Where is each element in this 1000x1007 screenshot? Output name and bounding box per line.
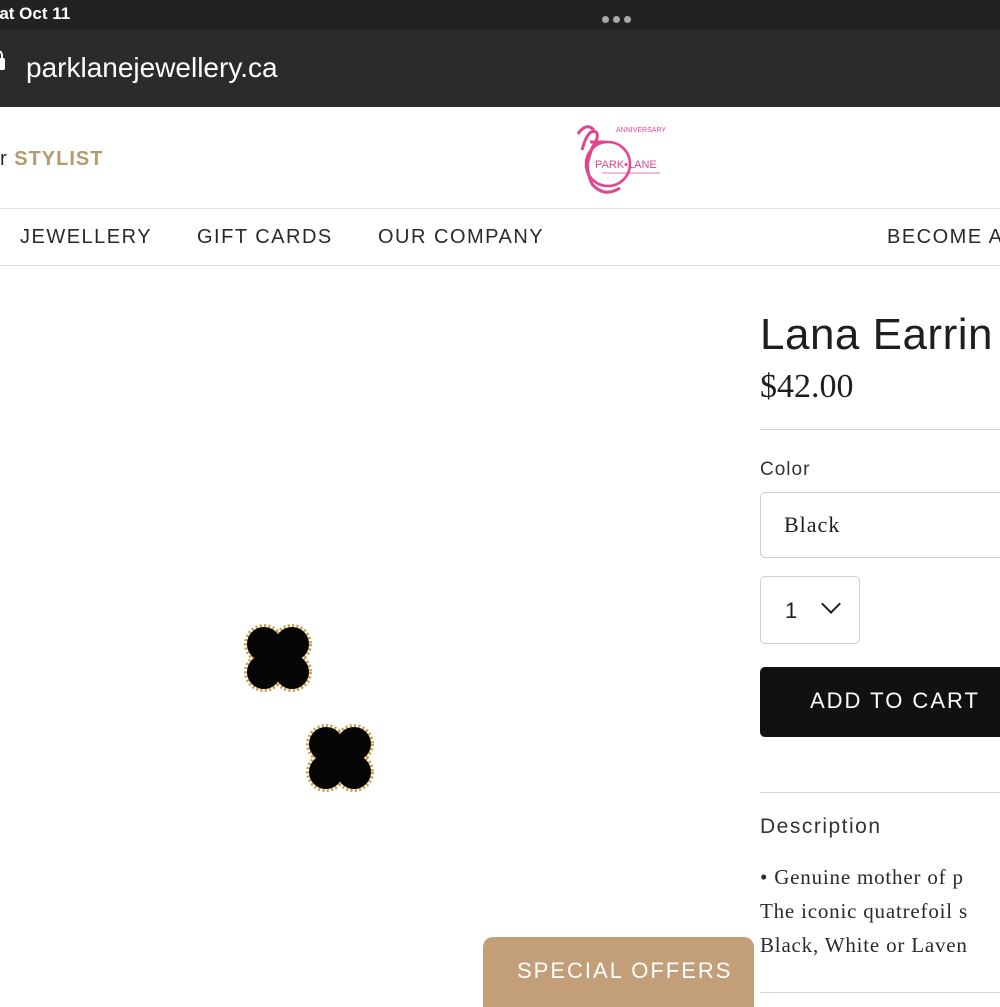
find-stylist-link[interactable]: r STYLIST xyxy=(0,148,103,171)
nav-item-jewellery[interactable]: JEWELLERY xyxy=(20,226,152,249)
logo-text: PARK•LANE xyxy=(595,159,657,171)
quantity-value: 1 xyxy=(785,598,798,623)
divider xyxy=(760,792,1000,793)
url-text[interactable]: parklanejewellery.ca xyxy=(26,52,278,84)
multitask-dots-icon[interactable] xyxy=(602,10,635,28)
status-bar xyxy=(0,0,1000,30)
divider xyxy=(760,992,1000,993)
logo-anniversary: ANNIVERSARY xyxy=(616,127,666,134)
lock-icon xyxy=(0,50,5,70)
status-time: Sat Oct 11 xyxy=(0,4,71,23)
product-title: Lana Earrin xyxy=(760,310,993,359)
nav-item-our-company[interactable]: OUR COMPANY xyxy=(378,226,544,249)
site-header xyxy=(0,107,1000,209)
product-price: $42.00 xyxy=(760,368,854,405)
description-toggle[interactable]: Description xyxy=(760,815,882,839)
color-value: Black xyxy=(784,512,841,537)
park-lane-logo[interactable]: ANNIVERSARY PARK•LANE xyxy=(568,118,668,198)
description-line: Black, White or Laven xyxy=(760,933,968,957)
nav-item-become-a[interactable]: BECOME A xyxy=(887,226,1000,249)
description-line: The iconic quatrefoil s xyxy=(760,899,968,923)
quantity-select[interactable] xyxy=(760,576,860,644)
add-to-cart-label: ADD TO CART xyxy=(810,688,980,713)
divider xyxy=(760,429,1000,430)
description-line: • Genuine mother of p xyxy=(760,865,964,889)
color-label: Color xyxy=(760,459,811,480)
stylist-label: STYLIST xyxy=(14,148,104,170)
special-offers-label: SPECIAL OFFERS xyxy=(517,958,733,983)
stylist-prefix: r xyxy=(0,148,8,170)
product-image[interactable] xyxy=(215,598,405,808)
nav-item-gift-cards[interactable]: GIFT CARDS xyxy=(197,226,333,249)
